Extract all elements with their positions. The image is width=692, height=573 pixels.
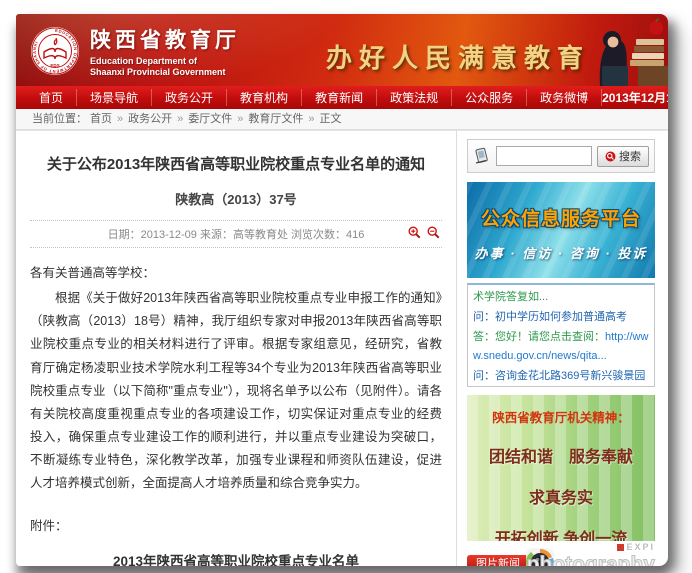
nav-item-edu-news[interactable]: 教育新闻	[302, 89, 377, 106]
article-meta: 日期：2013-12-09 来源：高等教育处 浏览次数：416	[30, 220, 442, 248]
photo-news-bar: 图片新闻 EXPI photography	[467, 551, 655, 566]
search-input[interactable]	[496, 146, 592, 166]
qa-item[interactable]: 问：初中学历如何参加普通高考	[473, 308, 649, 328]
qa-item[interactable]: 术学院答复如...	[473, 288, 649, 308]
photographer-watermark: EXPI photography	[527, 538, 655, 566]
article-salutation: 各有关普通高等学校：	[30, 262, 442, 285]
banner-slogan: 办好人民满意教育	[326, 38, 590, 75]
stylus-pad-icon	[473, 146, 491, 166]
attachment-label: 附件：	[30, 515, 442, 534]
search-icon	[605, 151, 616, 162]
browser-page: EDUCATION DEPARTMENT OF SHAANXI EDS 陕西省教…	[16, 14, 668, 566]
search-button-label: 搜索	[619, 148, 641, 164]
font-zoom-in-icon[interactable]	[408, 226, 421, 239]
article-paragraph: 根据《关于做好2013年陕西省高等职业院校重点专业申报工作的通知》（陕教高（20…	[30, 287, 442, 495]
article-meta-text: 日期：2013-12-09 来源：高等教育处 浏览次数：416	[108, 229, 365, 241]
breadcrumb-dept-documents[interactable]: 委厅文件	[188, 113, 232, 125]
qa-item[interactable]: 问：咨询金花北路369号新兴骏景园归哪学区的问题	[473, 367, 649, 387]
site-logo[interactable]: EDUCATION DEPARTMENT OF SHAANXI EDS 陕西省教…	[30, 24, 240, 79]
nav-item-policies[interactable]: 政策法规	[377, 89, 452, 106]
photo-news-tab[interactable]: 图片新闻	[467, 555, 529, 566]
service-banner-subtitle: 办事 · 信访 · 咨询 · 投诉	[467, 243, 655, 262]
table-title: 2013年陕西省高等职业院校重点专业名单	[30, 550, 442, 566]
breadcrumb: 当前位置：首页»政务公开»委厅文件»教育厅文件»正文	[16, 109, 668, 130]
header-banner: EDUCATION DEPARTMENT OF SHAANXI EDS 陕西省教…	[16, 14, 668, 86]
document-number: 陕教高（2013）37号	[30, 189, 442, 208]
nav-item-public-service[interactable]: 公众服务	[452, 89, 527, 106]
sidebar: 搜索 公众信息服务平台 办事 · 信访 · 咨询 · 投诉 术学院答复如... …	[456, 131, 668, 566]
qa-item[interactable]: 答：您好！请您点击查阅：http://www.snedu.gov.cn/news…	[473, 328, 649, 368]
spirit-heading: 陕西省教育厅机关精神：	[467, 407, 655, 426]
nav-item-home[interactable]: 首页	[26, 89, 77, 106]
student-with-books-image	[572, 14, 668, 86]
breadcrumb-label: 当前位置：	[32, 113, 87, 125]
spirit-line: 求真务实	[467, 484, 655, 508]
public-info-service-banner[interactable]: 公众信息服务平台 办事 · 信访 · 咨询 · 投诉	[467, 182, 655, 278]
svg-text:EDS: EDS	[50, 63, 59, 68]
spirit-line: 团结和谐 服务奉献	[467, 443, 655, 467]
article-column: 关于公布2013年陕西省高等职业院校重点专业名单的通知 陕教高（2013）37号…	[16, 131, 456, 566]
nav-date: 2013年12月10日 星期二	[602, 89, 668, 106]
nav-item-weibo[interactable]: 政务微博	[527, 89, 602, 106]
article-title: 关于公布2013年陕西省高等职业院校重点专业名单的通知	[30, 153, 442, 174]
content-area: 关于公布2013年陕西省高等职业院校重点专业名单的通知 陕教高（2013）37号…	[16, 130, 668, 566]
site-name-en: Education Department of Shaanxi Provinci…	[90, 56, 240, 79]
nav-item-scene-guide[interactable]: 场景导航	[77, 89, 152, 106]
breadcrumb-home[interactable]: 首页	[90, 113, 112, 125]
breadcrumb-current[interactable]: 正文	[320, 113, 342, 125]
department-spirit-banner: 陕西省教育厅机关精神： 团结和谐 服务奉献 求真务实 开拓创新 争创一流	[467, 395, 655, 541]
search-panel: 搜索	[467, 139, 655, 173]
education-department-emblem-icon: EDUCATION DEPARTMENT OF SHAANXI EDS	[30, 26, 80, 76]
nav-item-edu-institutions[interactable]: 教育机构	[227, 89, 302, 106]
breadcrumb-edu-documents[interactable]: 教育厅文件	[248, 113, 303, 125]
search-button[interactable]: 搜索	[597, 146, 649, 167]
site-name: 陕西省教育厅	[90, 24, 240, 54]
nav-item-gov-affairs[interactable]: 政务公开	[152, 89, 227, 106]
service-banner-title: 公众信息服务平台	[467, 204, 655, 231]
font-zoom-out-icon[interactable]	[427, 226, 440, 239]
main-nav: 首页 场景导航 政务公开 教育机构 教育新闻 政策法规 公众服务 政务微博 20…	[16, 86, 668, 109]
qa-marquee-panel: 术学院答复如... 问：初中学历如何参加普通高考 答：您好！请您点击查阅：htt…	[467, 283, 655, 387]
breadcrumb-gov-affairs[interactable]: 政务公开	[128, 113, 172, 125]
